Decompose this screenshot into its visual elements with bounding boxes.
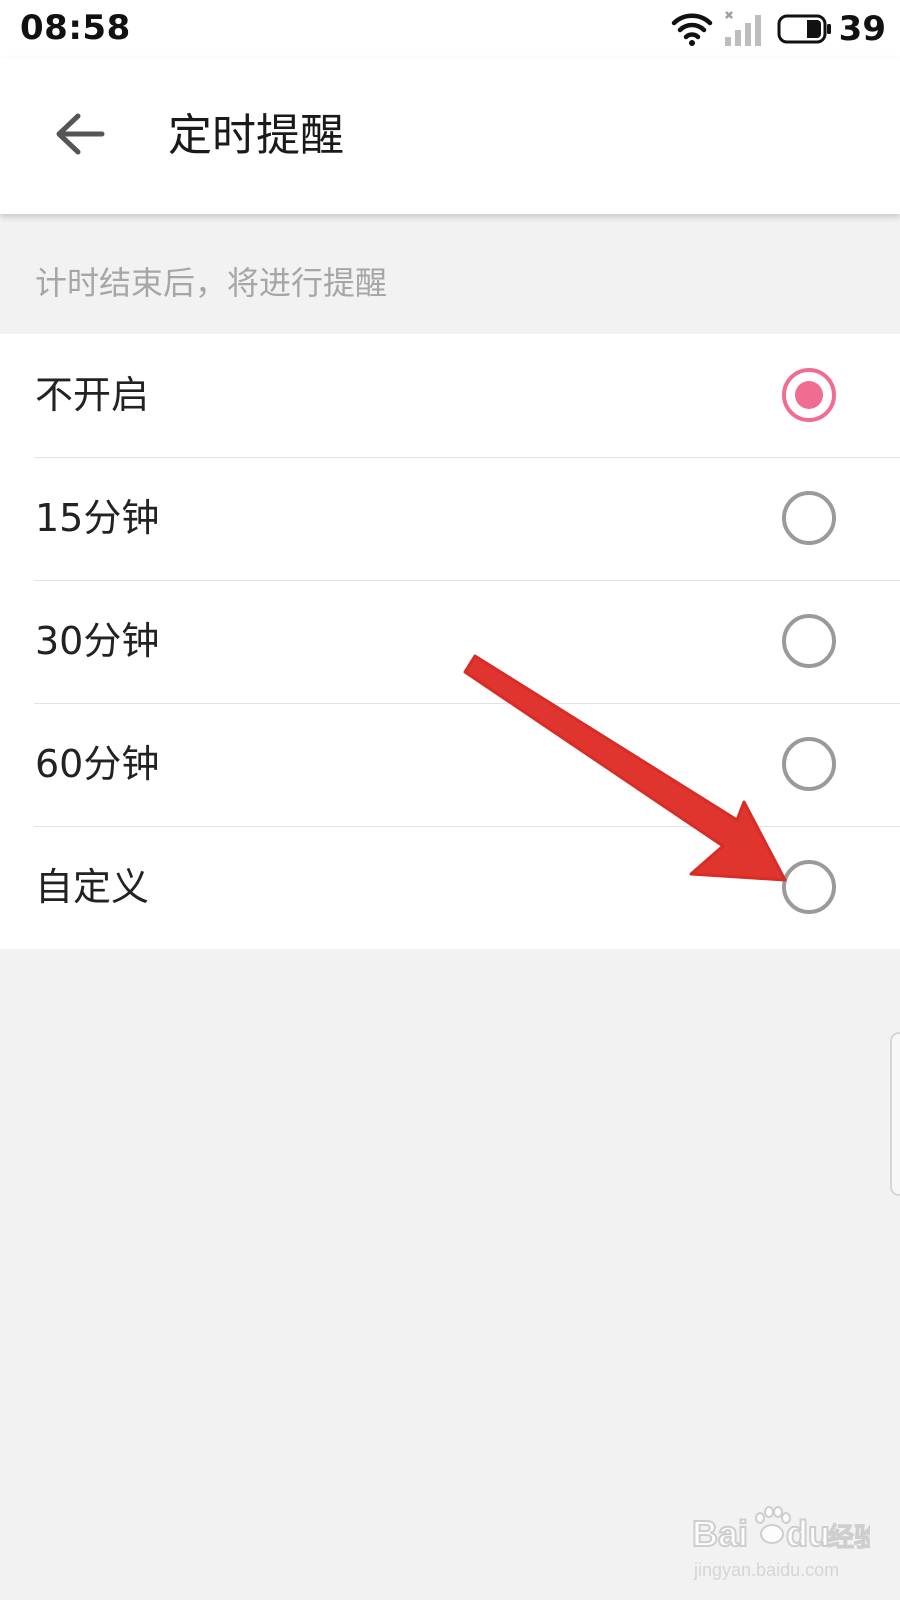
back-button[interactable] [48,104,112,168]
app-bar: 定时提醒 [0,58,900,214]
arrow-left-icon [54,111,106,161]
status-time: 08:58 [20,8,131,48]
option-label: 不开启 [35,373,150,417]
option-30-minutes[interactable]: 30分钟 [0,580,900,703]
option-custom[interactable]: 自定义 [0,826,900,949]
scroll-handle[interactable] [890,1032,900,1196]
radio-button[interactable] [782,737,836,791]
radio-button-checked[interactable] [782,368,836,422]
reminder-options-list: 不开启 15分钟 30分钟 60分钟 自定义 [0,334,900,949]
status-icons: 39 [671,8,886,50]
option-off[interactable]: 不开启 [0,334,900,457]
status-bar: 08:58 39 [0,0,900,58]
radio-button[interactable] [782,860,836,914]
option-label: 60分钟 [35,742,160,786]
option-15-minutes[interactable]: 15分钟 [0,457,900,580]
signal-icon [723,10,767,48]
option-label: 30分钟 [35,619,160,663]
battery-percent: 39 [838,9,886,49]
option-60-minutes[interactable]: 60分钟 [0,703,900,826]
wifi-icon [671,11,713,47]
svg-text:jingyan.baidu.com: jingyan.baidu.com [693,1560,839,1580]
svg-text:du: du [786,1513,830,1554]
svg-text:经验: 经验 [828,1523,870,1553]
battery-icon [777,14,833,44]
option-label: 自定义 [35,865,150,909]
radio-button[interactable] [782,614,836,668]
option-label: 15分钟 [35,496,160,540]
baidu-watermark-logo: Bai du 经验 jingyan.baidu.com [691,1506,870,1580]
page-title: 定时提醒 [168,110,344,161]
svg-text:Bai: Bai [692,1513,748,1554]
section-hint: 计时结束后，将进行提醒 [35,264,388,302]
radio-button[interactable] [782,491,836,545]
